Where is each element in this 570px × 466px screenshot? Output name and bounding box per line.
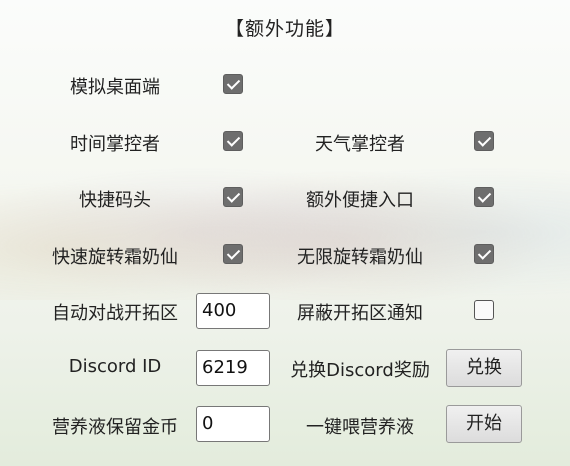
nutrient-gold-label: 营养液保留金币 [52,417,178,438]
quick-dock-checkbox[interactable] [223,187,243,207]
block-expansion-notice-label: 屏蔽开拓区通知 [297,303,423,324]
discord-id-input[interactable]: 6219 [196,350,270,386]
extra-shortcut-checkbox[interactable] [474,187,494,207]
time-controller-checkbox[interactable] [223,131,243,151]
auto-battle-label: 自动对战开拓区 [52,303,178,324]
weather-controller-checkbox[interactable] [474,131,494,151]
fast-spin-frost-checkbox[interactable] [223,244,243,264]
fast-spin-frost-label: 快速旋转霜奶仙 [52,247,178,268]
block-expansion-notice-checkbox[interactable] [474,300,494,320]
feed-nutrient-button[interactable]: 开始 [446,405,522,443]
infinite-spin-frost-label: 无限旋转霜奶仙 [297,247,423,268]
nutrient-gold-input[interactable]: 0 [196,406,270,442]
virtual-desktop-checkbox[interactable] [223,74,243,94]
section-title: 【额外功能】 [224,18,345,40]
redeem-discord-button[interactable]: 兑换 [446,349,522,387]
discord-id-label: Discord ID [68,356,162,377]
weather-controller-label: 天气掌控者 [315,134,405,155]
extra-shortcut-label: 额外便捷入口 [306,190,414,211]
time-controller-label: 时间掌控者 [70,134,160,155]
feed-nutrient-label: 一键喂营养液 [306,417,414,438]
redeem-discord-label: 兑换Discord奖励 [290,360,430,381]
infinite-spin-frost-checkbox[interactable] [474,244,494,264]
auto-battle-input[interactable]: 400 [196,293,270,329]
virtual-desktop-label: 模拟桌面端 [70,77,160,98]
quick-dock-label: 快捷码头 [79,190,151,211]
